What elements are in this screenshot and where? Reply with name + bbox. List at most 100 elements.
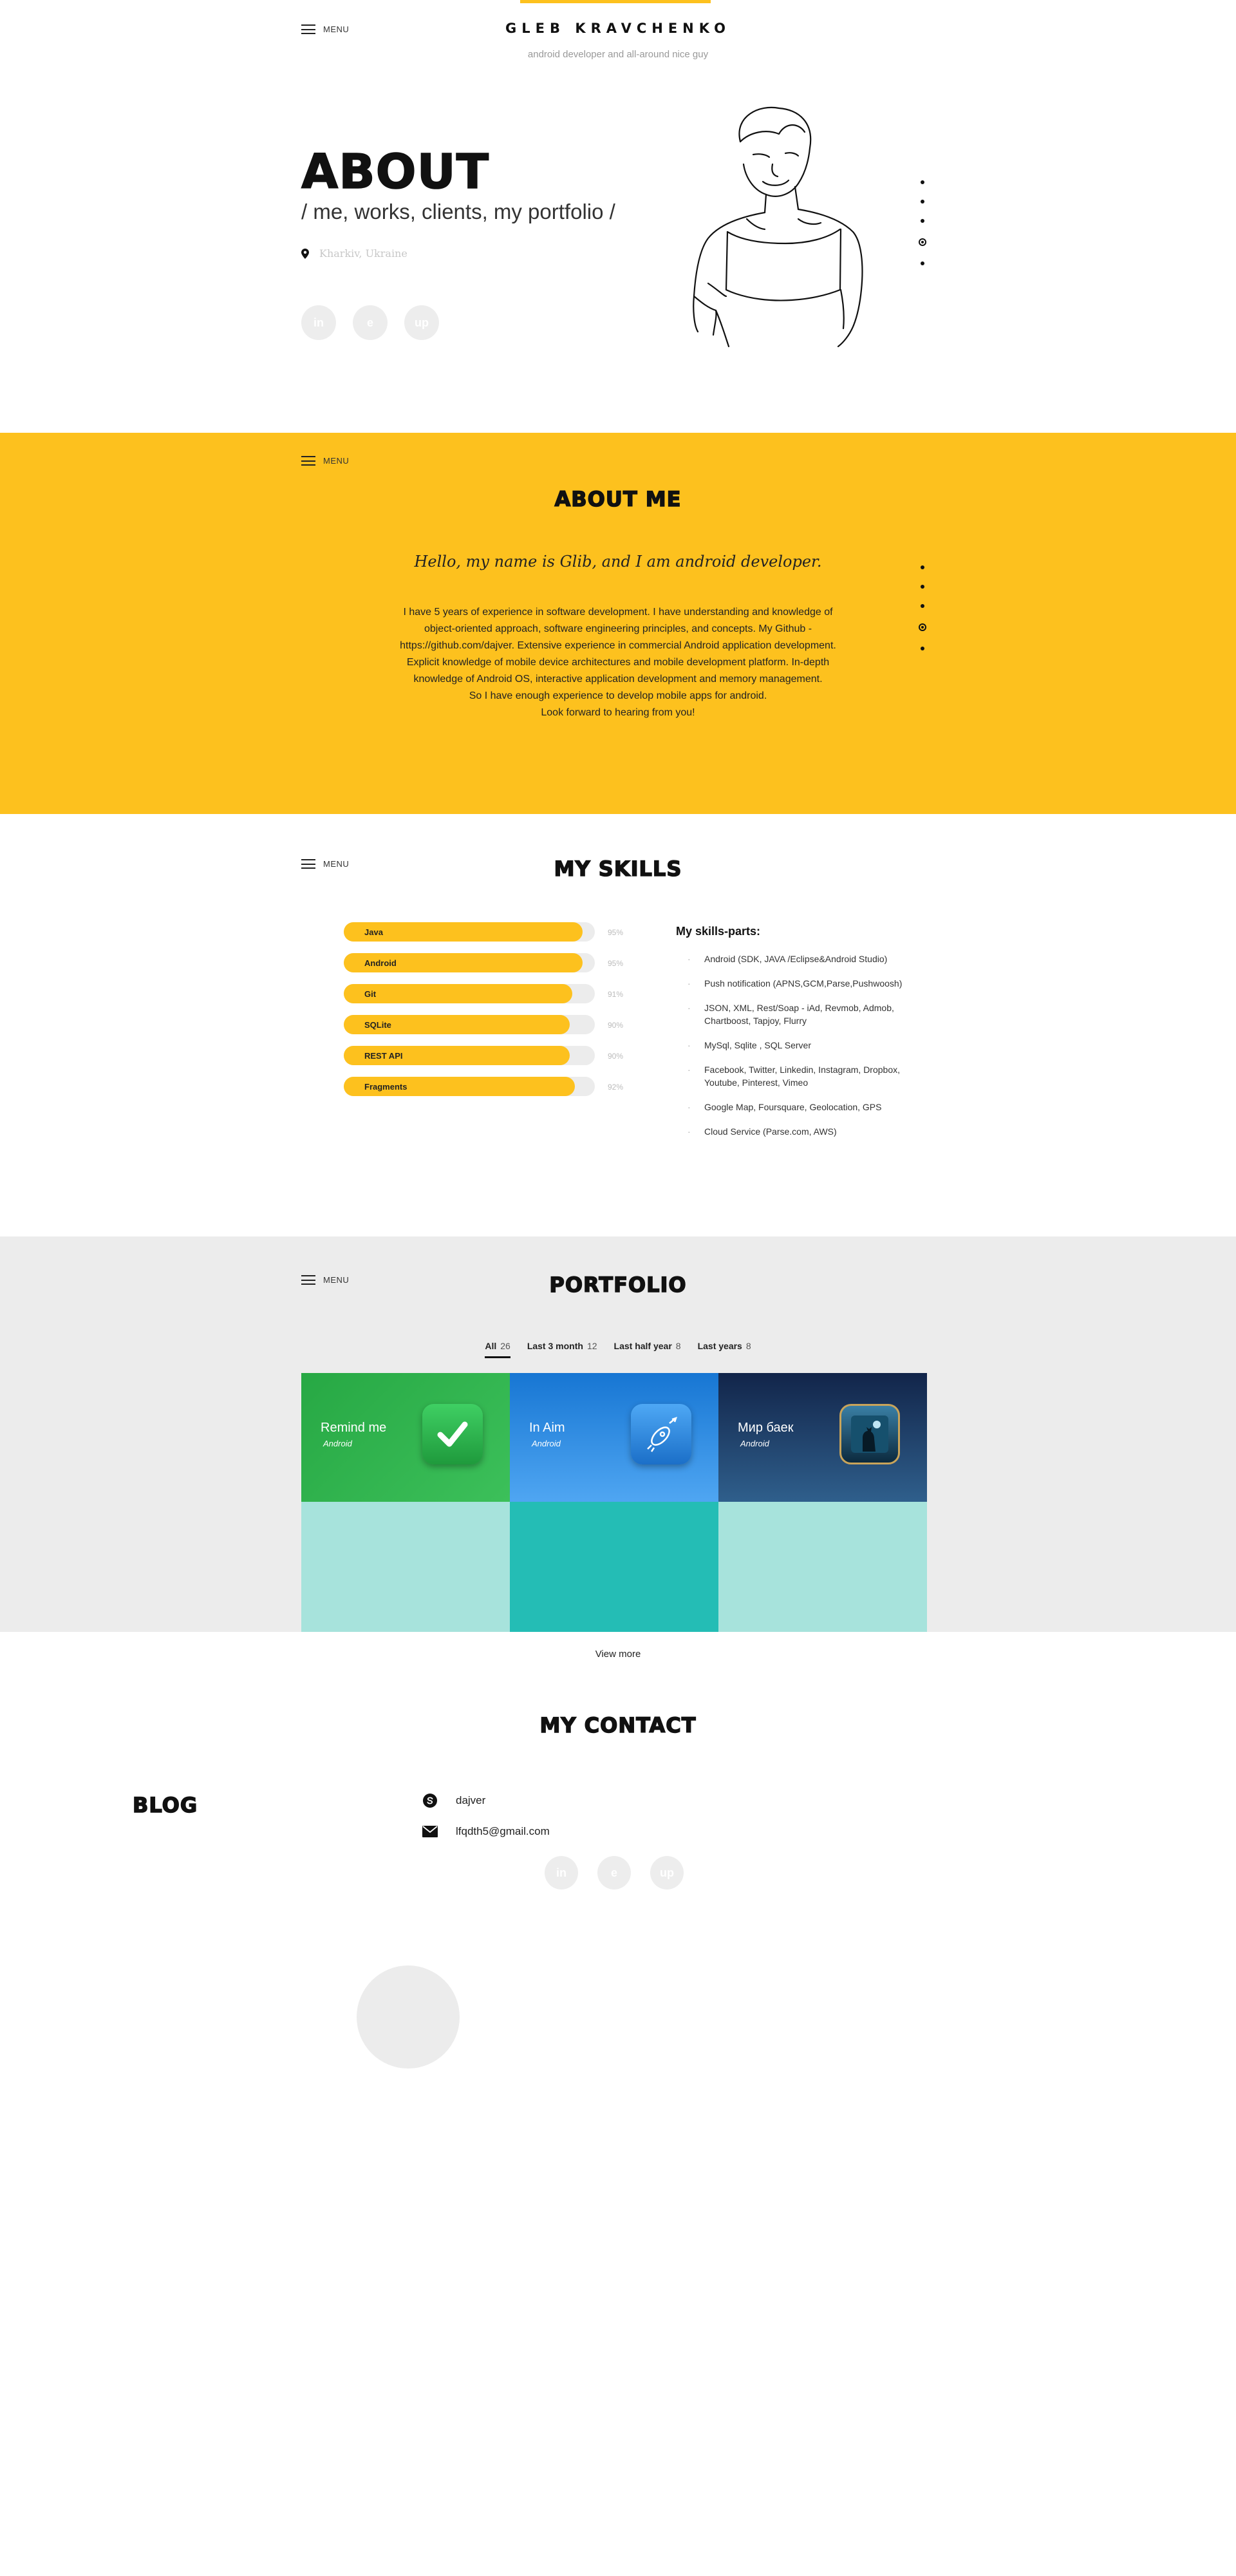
checkmark-icon <box>422 1404 483 1464</box>
tab-last-years[interactable]: Last years 8 <box>698 1341 751 1358</box>
nav-dot-5[interactable] <box>921 261 924 265</box>
about-me-line: knowledge of Android OS, interactive app… <box>413 674 823 685</box>
skill-row: Fragments 92% <box>344 1077 627 1100</box>
section-nav-dots <box>919 180 926 265</box>
skill-row: Git 91% <box>344 984 627 1007</box>
location-pin-icon <box>301 248 309 259</box>
skill-percent: 90% <box>608 1052 624 1061</box>
upwork-icon[interactable]: up <box>650 1856 684 1889</box>
portrait-sketch <box>693 106 863 348</box>
about-me-line: I have 5 years of experience in software… <box>403 607 833 618</box>
view-more-link[interactable]: View more <box>554 1649 682 1660</box>
portfolio-item-platform: Android <box>532 1439 561 1448</box>
location-text: Kharkiv, Ukraine <box>319 247 407 260</box>
about-me-line: Explicit knowledge of mobile device arch… <box>406 657 830 668</box>
nav-dot-4[interactable] <box>919 238 926 246</box>
about-me-menu-button[interactable]: MENU <box>301 456 349 466</box>
skill-name: REST API <box>364 1051 403 1061</box>
skill-row: REST API 90% <box>344 1046 627 1069</box>
nav-dot-1[interactable] <box>921 180 924 184</box>
skills-title: MY SKILLS <box>554 856 682 882</box>
nav-dot-2[interactable] <box>921 585 924 589</box>
hamburger-icon <box>301 24 315 34</box>
skill-fill <box>344 984 572 1003</box>
portfolio-item-title: Remind me <box>321 1421 387 1435</box>
nav-dot-3[interactable] <box>921 604 924 608</box>
portfolio-item-in-aim[interactable]: In Aim Android <box>510 1373 718 1502</box>
portfolio-section: MENU PORTFOLIO All 26 Last 3 month 12 Last… <box>0 1236 1236 1632</box>
blog-title: BLOG <box>132 1792 198 1818</box>
portfolio-item-title: Мир баек <box>738 1421 794 1435</box>
nav-dot-3[interactable] <box>921 219 924 223</box>
skill-percent: 95% <box>608 959 624 968</box>
hamburger-icon <box>301 456 315 466</box>
rocket-icon <box>631 1404 691 1464</box>
about-me-line: Look forward to hearing from you! <box>541 707 695 718</box>
site-tagline: android developer and all-around nice gu… <box>527 49 709 60</box>
contact-email[interactable]: lfqdth5@gmail.com <box>422 1825 550 1838</box>
skill-name: Fragments <box>364 1082 407 1092</box>
skills-part-item: Android (SDK, JAVA /Eclipse&Android Stud… <box>676 952 933 965</box>
linkedin-icon[interactable]: in <box>301 305 336 340</box>
social-links: in e up <box>301 305 439 340</box>
about-me-line: https://github.com/dajver. Extensive exp… <box>400 640 836 651</box>
tab-last-half-year[interactable]: Last half year 8 <box>614 1341 681 1358</box>
loading-circle <box>357 1965 460 2069</box>
email-address: lfqdth5@gmail.com <box>456 1825 550 1837</box>
skill-percent: 91% <box>608 990 624 999</box>
portfolio-item-remind-me[interactable]: Remind me Android <box>301 1373 510 1502</box>
portfolio-tabs: All 26 Last 3 month 12 Last half year 8 Las… <box>0 1341 1236 1358</box>
skills-part-item: JSON, XML, Rest/Soap - iAd, Revmob, Admo… <box>676 1001 933 1027</box>
contact-title: MY CONTACT <box>539 1712 697 1738</box>
nav-dot-4[interactable] <box>919 623 926 631</box>
about-me-section: MENU ABOUT ME Hello, my name is Glib, an… <box>0 433 1236 814</box>
portfolio-item-mir-baek[interactable]: Мир баек Android <box>718 1373 927 1502</box>
portfolio-item-title: In Aim <box>529 1421 565 1435</box>
portfolio-item-placeholder[interactable] <box>301 1502 510 1632</box>
top-accent-bar <box>520 0 711 3</box>
envelope-icon <box>422 1826 438 1837</box>
about-me-line: So I have enough experience to develop m… <box>469 690 767 701</box>
skill-row: SQLite 90% <box>344 1015 627 1038</box>
section-nav-dots <box>919 565 926 650</box>
cat-night-icon <box>839 1404 900 1464</box>
skill-percent: 95% <box>608 928 624 937</box>
skills-parts: My skills-parts: Android (SDK, JAVA /Ecl… <box>676 925 933 1150</box>
skill-percent: 90% <box>608 1021 624 1030</box>
nav-dot-2[interactable] <box>921 200 924 204</box>
skills-part-item: Push notification (APNS,GCM,Parse,Pushwo… <box>676 977 933 990</box>
freelancer-icon[interactable]: e <box>353 305 388 340</box>
nav-dot-1[interactable] <box>921 565 924 569</box>
portfolio-title: PORTFOLIO <box>549 1272 687 1298</box>
menu-button[interactable]: MENU <box>301 24 349 34</box>
tab-all[interactable]: All 26 <box>485 1341 510 1358</box>
skill-row: Android 95% <box>344 953 627 976</box>
upwork-icon[interactable]: up <box>404 305 439 340</box>
freelancer-icon[interactable]: e <box>597 1856 631 1889</box>
about-me-greeting: Hello, my name is Glib, and I am android… <box>414 553 822 571</box>
skills-part-item: MySql, Sqlite , SQL Server <box>676 1039 933 1052</box>
menu-label: MENU <box>323 456 350 466</box>
skill-track <box>344 984 595 1003</box>
skill-percent: 92% <box>608 1083 624 1092</box>
contact-skype[interactable]: dajver <box>422 1793 485 1808</box>
skills-bars: Java 95% Android 95% Git 91% SQLite 90% … <box>344 922 640 1096</box>
skype-handle: dajver <box>456 1794 486 1806</box>
portfolio-item-placeholder[interactable] <box>718 1502 927 1632</box>
skills-part-item: Facebook, Twitter, Linkedin, Instagram, … <box>676 1063 933 1089</box>
tab-last-3-month[interactable]: Last 3 month 12 <box>527 1341 597 1358</box>
skill-name: Java <box>364 927 383 937</box>
about-title: ABOUT <box>301 144 490 200</box>
site-name[interactable]: GLEB KRAVCHENKO <box>489 21 747 36</box>
skill-name: Android <box>364 958 397 968</box>
skill-name: Git <box>364 989 377 999</box>
portfolio-item-platform: Android <box>323 1439 352 1448</box>
portfolio-item-placeholder[interactable] <box>510 1502 718 1632</box>
nav-dot-5[interactable] <box>921 647 924 650</box>
linkedin-icon[interactable]: in <box>545 1856 578 1889</box>
skill-name: SQLite <box>364 1020 391 1030</box>
location: Kharkiv, Ukraine <box>301 247 407 260</box>
about-subtitle: / me, works, clients, my portfolio / <box>301 200 615 223</box>
skills-parts-title: My skills-parts: <box>676 925 761 938</box>
about-me-title: ABOUT ME <box>554 486 682 512</box>
